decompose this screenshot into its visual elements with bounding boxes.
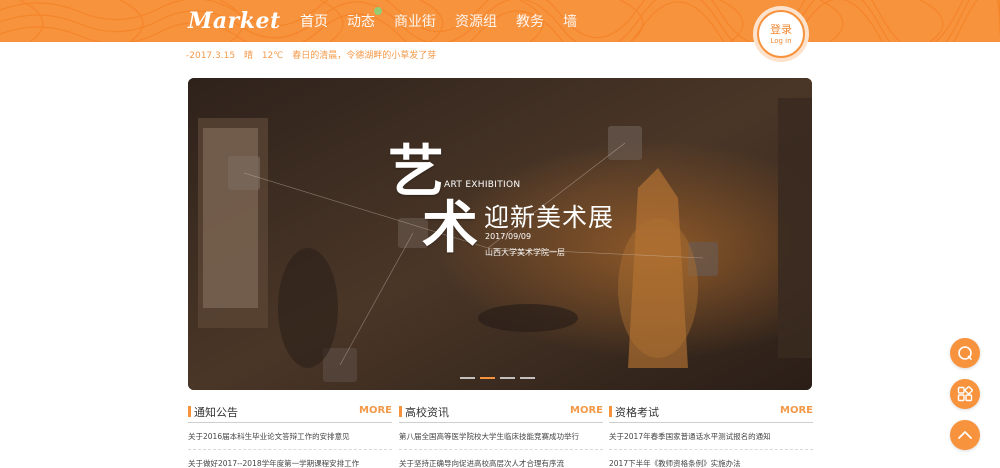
arrow-up-icon [958, 431, 972, 439]
column-header: 高校资讯 MORE [399, 404, 603, 423]
back-to-top-button[interactable] [950, 420, 980, 450]
weather-temp: 12℃ [261, 51, 284, 61]
carousel-dot-3[interactable] [500, 377, 515, 379]
nav-item-academic[interactable]: 教务 [516, 11, 544, 31]
nav-item-home[interactable]: 首页 [300, 11, 328, 31]
carousel-dot-1[interactable] [460, 377, 475, 379]
more-link[interactable]: MORE [570, 405, 603, 416]
list-item[interactable]: 关于2017年春季国家普通话水平测试报名的通知 [609, 423, 813, 450]
banner-art-title: 艺 术 [388, 142, 478, 258]
nav-item-business[interactable]: 商业街 [394, 11, 436, 31]
weather-message: 春日的清晨，令德湖畔的小草发了芽 [292, 51, 437, 61]
list-item[interactable]: 2017下半年《教师资格条例》实施办法 [609, 450, 813, 468]
hero-banner[interactable]: 艺 术 ART EXHIBITION 迎新美术展 2017/09/09 山西大学… [188, 78, 812, 390]
apps-button[interactable] [950, 379, 980, 409]
notice-column: 通知公告 MORE 关于2016届本科生毕业论文答辩工作的安排意见 关于做好20… [188, 404, 392, 468]
banner-date: 2017/09/09 [485, 232, 532, 241]
weather-condition: 晴 [243, 51, 253, 61]
banner-char-1: 艺 [388, 139, 444, 205]
nav-item-wall[interactable]: 墙 [563, 11, 577, 31]
column-accent-bar [188, 406, 191, 417]
column-accent-bar [399, 406, 402, 417]
nav-item-news-label: 动态 [347, 14, 375, 30]
nav-item-news[interactable]: 动态 [347, 7, 382, 31]
list-item[interactable]: 关于2016届本科生毕业论文答辩工作的安排意见 [188, 423, 392, 450]
grid-icon [957, 386, 973, 402]
carousel-dot-4[interactable] [520, 377, 535, 379]
login-label: 登录 [770, 23, 792, 36]
column-accent-bar [609, 406, 612, 417]
weather-bar: -2017.3.15 晴 12℃ 春日的清晨，令德湖畔的小草发了芽 [186, 48, 442, 61]
exam-column: 资格考试 MORE 关于2017年春季国家普通话水平测试报名的通知 2017下半… [609, 404, 813, 468]
main-nav: 首页 动态 商业街 资源组 教务 墙 [300, 0, 596, 42]
banner-en-title: ART EXHIBITION [444, 180, 521, 190]
list-item[interactable]: 第八届全国高等医学院校大学生临床技能竞赛成功举行 [399, 423, 603, 450]
column-title: 通知公告 [194, 406, 238, 419]
chat-button[interactable] [950, 338, 980, 368]
news-column: 高校资讯 MORE 第八届全国高等医学院校大学生临床技能竞赛成功举行 关于坚持正… [399, 404, 603, 468]
chat-icon [958, 346, 972, 360]
more-link[interactable]: MORE [359, 405, 392, 416]
column-header: 通知公告 MORE [188, 404, 392, 423]
carousel-indicators [460, 377, 535, 379]
banner-char-2: 术 [422, 195, 478, 261]
login-button[interactable]: 登录 Log in [757, 10, 805, 58]
more-link[interactable]: MORE [780, 405, 813, 416]
banner-cn-title: 迎新美术展 [484, 203, 615, 232]
notification-dot [374, 7, 382, 15]
list-item[interactable]: 关于做好2017--2018学年度第一学期课程安排工作 [188, 450, 392, 468]
logo[interactable]: Market [188, 8, 281, 34]
nav-item-resources[interactable]: 资源组 [455, 11, 497, 31]
list-item[interactable]: 关于坚持正确导向促进高校高层次人才合理有序流 [399, 450, 603, 468]
column-title: 高校资讯 [405, 406, 449, 419]
column-header: 资格考试 MORE [609, 404, 813, 423]
weather-date: -2017.3.15 [186, 51, 236, 61]
carousel-dot-2[interactable] [480, 377, 495, 379]
banner-place: 山西大学美术学院一层 [485, 248, 565, 257]
header: Market 首页 动态 商业街 资源组 教务 墙 [0, 0, 1000, 42]
login-label-en: Log in [770, 37, 792, 45]
column-title: 资格考试 [615, 406, 659, 419]
